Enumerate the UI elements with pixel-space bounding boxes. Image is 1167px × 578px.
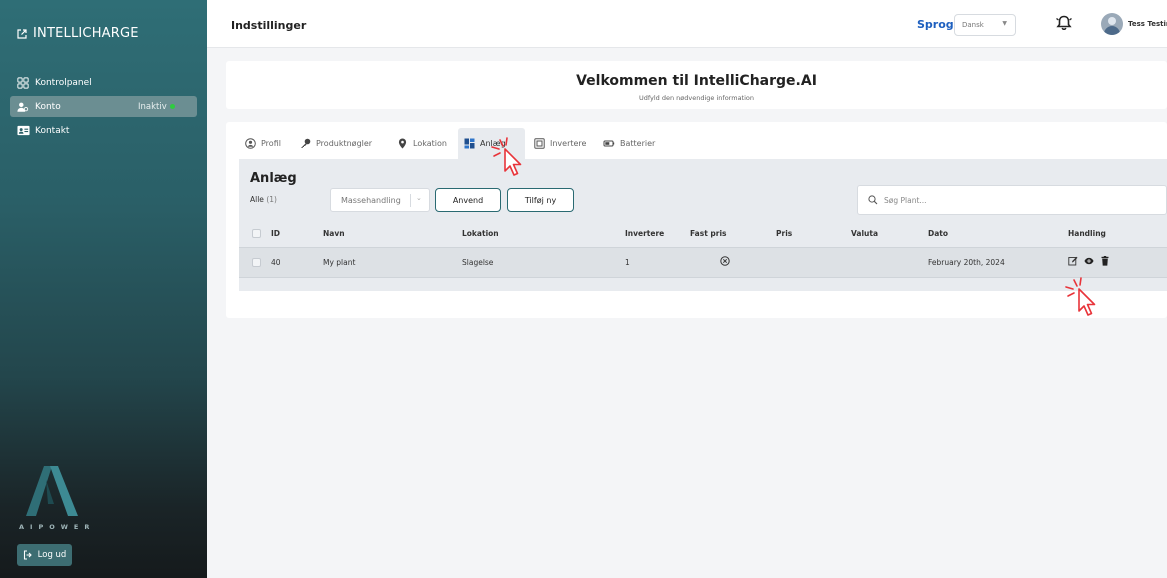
column-header-location[interactable]: Lokation <box>462 229 499 238</box>
page-title: Indstillinger <box>231 19 307 32</box>
tab-label: Profil <box>261 139 281 148</box>
main-content: Velkommen til IntelliCharge.AI Udfyld de… <box>207 48 1167 578</box>
account-icon <box>16 100 30 114</box>
inverter-icon <box>534 138 545 149</box>
logo-text: AIPOWER <box>19 523 96 531</box>
welcome-subtitle: Udfyld den nødvendige information <box>638 94 755 102</box>
user-name[interactable]: Tess Testing <box>1128 20 1167 28</box>
table-row[interactable]: 40 My plant Slagelse 1 February 20th, 20… <box>239 247 1167 278</box>
sidebar-item-label: Konto <box>35 101 61 112</box>
column-header-date[interactable]: Dato <box>928 229 948 238</box>
chevron-down-icon: ▼ <box>1002 20 1007 27</box>
column-header-price[interactable]: Pris <box>776 229 792 238</box>
cancel-circle-icon <box>720 256 730 268</box>
column-header-currency[interactable]: Valuta <box>851 229 878 238</box>
sidebar: INTELLICHARGE Kontrolpanel Konto Inaktiv… <box>0 0 207 578</box>
plants-panel: Anlæg Alle (1) Massehandling ⌄ Anvend Ti… <box>239 159 1167 291</box>
chevron-down-icon: ⌄ <box>416 194 422 202</box>
cell-name: My plant <box>323 258 356 267</box>
brand-name: INTELLICHARGE <box>33 26 139 41</box>
key-icon <box>301 138 311 148</box>
language-select[interactable]: Dansk ▼ <box>954 14 1016 36</box>
tabs: Profil Produktnøgler Lokation Anlæg Inve… <box>226 122 1167 159</box>
sidebar-item-label: Kontakt <box>35 125 70 136</box>
tab-anlaeg[interactable]: Anlæg <box>458 128 525 159</box>
row-actions <box>1068 256 1110 266</box>
sidebar-item-kontrolpanel[interactable]: Kontrolpanel <box>10 72 197 93</box>
search-icon <box>868 195 878 205</box>
tab-label: Anlæg <box>480 139 506 148</box>
topbar: Indstillinger Sprog Dansk ▼ Tess Testing <box>207 0 1167 48</box>
avatar-body <box>1104 26 1120 35</box>
delete-icon[interactable] <box>1100 256 1110 266</box>
tab-label: Invertere <box>550 139 587 148</box>
brand[interactable]: INTELLICHARGE <box>16 26 139 41</box>
logout-label: Log ud <box>37 550 67 560</box>
column-header-id[interactable]: ID <box>271 229 280 238</box>
avatar-head <box>1108 17 1116 25</box>
bulk-action-value: Massehandling <box>341 195 401 205</box>
filter-all[interactable]: Alle (1) <box>250 195 277 204</box>
apply-button[interactable]: Anvend <box>435 188 501 212</box>
cell-location: Slagelse <box>462 258 494 267</box>
welcome-card: Velkommen til IntelliCharge.AI Udfyld de… <box>226 61 1167 109</box>
user-circle-icon <box>245 138 256 149</box>
contact-card-icon <box>16 124 30 138</box>
tab-lokation[interactable]: Lokation <box>391 128 453 159</box>
status-text: Inaktiv <box>138 101 167 112</box>
external-link-icon <box>17 28 27 39</box>
location-pin-icon <box>398 138 407 149</box>
column-header-actions: Handling <box>1068 229 1106 238</box>
filter-all-label: Alle <box>250 195 264 204</box>
grid-icon <box>464 138 475 149</box>
dashboard-icon <box>16 76 30 90</box>
search-box[interactable] <box>857 185 1167 215</box>
logout-button[interactable]: Log ud <box>17 544 72 566</box>
aipower-logo <box>26 466 78 516</box>
tab-profil[interactable]: Profil <box>239 128 287 159</box>
status-dot <box>169 104 175 109</box>
column-header-inverters[interactable]: Invertere <box>625 229 664 238</box>
add-new-button[interactable]: Tilføj ny <box>507 188 574 212</box>
section-title: Anlæg <box>250 171 297 186</box>
bell-icon[interactable] <box>1055 14 1073 32</box>
tab-batterier[interactable]: Batterier <box>597 128 661 159</box>
row-checkbox[interactable] <box>252 258 261 267</box>
bulk-action-select[interactable]: Massehandling ⌄ <box>330 188 430 212</box>
language-value: Dansk <box>962 21 984 29</box>
avatar[interactable] <box>1101 13 1123 35</box>
filter-all-count: (1) <box>266 195 277 204</box>
tab-label: Produktnøgler <box>316 139 373 148</box>
table-header: ID Navn Lokation Invertere Fast pris Pri… <box>239 221 1167 247</box>
sidebar-item-kontakt[interactable]: Kontakt <box>10 120 197 141</box>
language-label: Sprog <box>917 18 954 31</box>
view-icon[interactable] <box>1084 256 1094 266</box>
tab-invertere[interactable]: Invertere <box>528 128 592 159</box>
edit-icon[interactable] <box>1068 256 1078 266</box>
welcome-title: Velkommen til IntelliCharge.AI <box>576 73 817 89</box>
tab-label: Lokation <box>413 139 447 148</box>
cell-date: February 20th, 2024 <box>928 258 1005 267</box>
column-header-name[interactable]: Navn <box>323 229 345 238</box>
cell-id: 40 <box>271 258 281 267</box>
settings-card: Profil Produktnøgler Lokation Anlæg Inve… <box>226 122 1167 318</box>
search-input[interactable] <box>884 195 1134 205</box>
select-divider <box>410 194 411 207</box>
sidebar-item-konto[interactable]: Konto Inaktiv <box>10 96 197 117</box>
battery-icon <box>603 140 615 147</box>
tab-produktnogler[interactable]: Produktnøgler <box>294 128 378 159</box>
cell-inverters: 1 <box>625 258 630 267</box>
logout-icon <box>23 550 32 560</box>
column-header-fixed-price[interactable]: Fast pris <box>690 229 727 238</box>
tab-label: Batterier <box>620 139 656 148</box>
status-badge: Inaktiv <box>138 102 175 112</box>
sidebar-item-label: Kontrolpanel <box>35 77 92 88</box>
select-all-checkbox[interactable] <box>252 229 261 238</box>
